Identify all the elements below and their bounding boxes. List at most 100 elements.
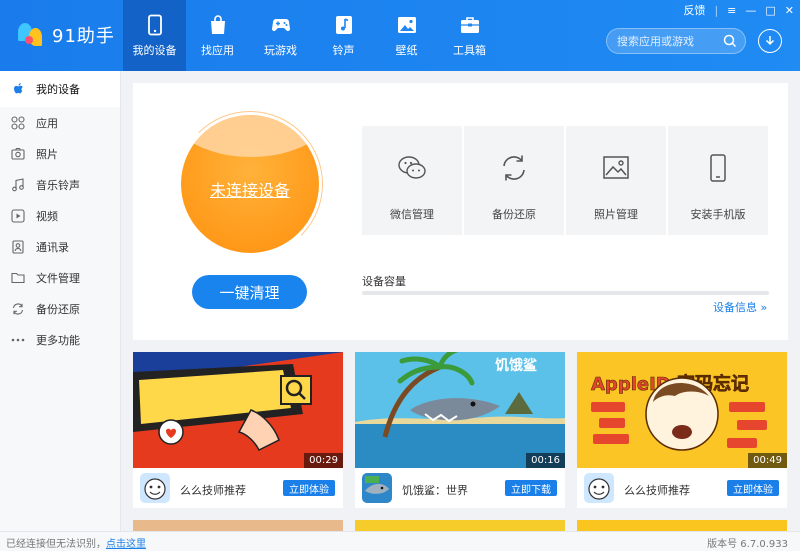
- sidebar-item-my-device[interactable]: 我的设备: [0, 71, 120, 107]
- nav-label: 工具箱: [453, 43, 486, 57]
- card-title: 饥饿鲨：世界: [402, 484, 468, 497]
- card-title: 么么技师推荐: [180, 484, 246, 497]
- nav-ringtones[interactable]: 铃声: [312, 0, 375, 71]
- tile-wechat-manage[interactable]: 微信管理: [362, 126, 462, 235]
- video-duration: 00:29: [304, 453, 343, 468]
- connection-status-circle: 未连接设备: [177, 105, 323, 257]
- connection-hint-text: 已经连接但无法识别，: [6, 539, 106, 550]
- status-orb: 未连接设备: [181, 115, 319, 253]
- video-card[interactable]: 饥饿鲨 00:16 饥饿鲨：世界 立即下载: [355, 352, 565, 508]
- sidebar-item-photos[interactable]: 照片: [0, 138, 120, 169]
- video-thumbnail[interactable]: AppleID 密码忘记 00:49: [577, 352, 787, 468]
- avatar: [140, 473, 170, 503]
- one-click-clean-button[interactable]: 一键清理: [192, 275, 307, 309]
- sidebar-item-label: 备份还原: [36, 302, 80, 316]
- separator: |: [714, 3, 719, 17]
- logo-icon: [16, 20, 46, 50]
- device-panel: 未连接设备 一键清理 微信管理 备份还原 照片管理 安装手机版 设备容量 设备信…: [133, 83, 788, 340]
- nav-my-device[interactable]: 我的设备: [123, 0, 186, 71]
- sidebar-item-music[interactable]: 音乐铃声: [0, 169, 120, 200]
- card-title: 么么技师推荐: [624, 484, 690, 497]
- video-duration: 00:49: [748, 453, 787, 468]
- status-bar: 已经连接但无法识别，点击这里 版本号 6.7.0.933: [0, 531, 800, 551]
- sidebar-item-files[interactable]: 文件管理: [0, 262, 120, 293]
- sidebar-item-more[interactable]: 更多功能: [0, 324, 120, 355]
- apps-grid-icon: [11, 115, 25, 130]
- video-card[interactable]: AppleID 密码忘记 00:49 么么技师推荐 立即体验: [577, 352, 787, 508]
- contacts-icon: [11, 239, 25, 254]
- nav-label: 我的设备: [132, 43, 177, 57]
- sync-icon: [11, 302, 25, 316]
- recommend-cards: 00:29 么么技师推荐 立即体验 饥饿鲨 00:16 饥饿鲨：世界 立即下载 …: [133, 352, 787, 508]
- download-now-button[interactable]: 立即下载: [505, 480, 557, 496]
- download-icon: [765, 36, 775, 46]
- sidebar-item-label: 音乐铃声: [36, 178, 80, 192]
- sidebar-item-label: 通讯录: [36, 240, 69, 254]
- status-wave: [181, 115, 319, 157]
- search-icon[interactable]: [723, 34, 737, 48]
- nav-toolbox[interactable]: 工具箱: [438, 0, 501, 71]
- sidebar: 我的设备 应用 照片 音乐铃声 视频 通讯录 文件管理 备份还原 更多功能: [0, 71, 121, 531]
- capacity-label: 设备容量: [362, 275, 406, 288]
- gamepad-icon: [271, 18, 290, 31]
- photo-icon: [603, 156, 629, 179]
- try-now-button[interactable]: 立即体验: [727, 480, 779, 496]
- close-icon[interactable]: ✕: [785, 4, 794, 17]
- video-card[interactable]: 00:29 么么技师推荐 立即体验: [133, 352, 343, 508]
- not-connected-link[interactable]: 未连接设备: [181, 177, 319, 201]
- app-logo: 91助手: [16, 20, 115, 50]
- search-input[interactable]: [617, 33, 725, 49]
- sidebar-item-label: 应用: [36, 116, 58, 130]
- main-nav: 我的设备 找应用 玩游戏 铃声 壁纸 工具箱: [123, 0, 501, 71]
- video-duration: 00:16: [526, 453, 565, 468]
- window-controls: 反馈 | ≡ — □ ✕: [674, 2, 794, 18]
- mobile-icon: [710, 154, 726, 182]
- device-quick-tools: 微信管理 备份还原 照片管理 安装手机版: [362, 126, 770, 235]
- next-card-preview: [355, 520, 565, 531]
- connection-hint: 已经连接但无法识别，点击这里: [6, 535, 146, 550]
- tile-label: 安装手机版: [690, 208, 746, 221]
- menu-icon[interactable]: ≡: [727, 4, 736, 17]
- search-box: [606, 28, 746, 54]
- tile-photo-manage[interactable]: 照片管理: [566, 126, 666, 235]
- video-thumbnail[interactable]: 饥饿鲨 00:16: [355, 352, 565, 468]
- toolbox-icon: [460, 16, 479, 33]
- nav-wallpapers[interactable]: 壁纸: [375, 0, 438, 71]
- video-icon: [11, 208, 25, 223]
- sidebar-item-video[interactable]: 视频: [0, 200, 120, 231]
- wechat-icon: [398, 156, 426, 179]
- video-thumbnail[interactable]: 00:29: [133, 352, 343, 468]
- feedback-link[interactable]: 反馈: [683, 2, 705, 18]
- sidebar-item-apps[interactable]: 应用: [0, 107, 120, 138]
- nav-label: 铃声: [332, 43, 355, 57]
- camera-icon: [11, 147, 25, 161]
- avatar: [362, 473, 392, 503]
- nav-games[interactable]: 玩游戏: [249, 0, 312, 71]
- minimize-icon[interactable]: —: [745, 4, 756, 17]
- try-now-button[interactable]: 立即体验: [283, 480, 335, 496]
- sidebar-item-label: 照片: [36, 147, 58, 161]
- tile-backup-restore[interactable]: 备份还原: [464, 126, 564, 235]
- tile-install-mobile[interactable]: 安装手机版: [668, 126, 768, 235]
- more-dots-icon: [11, 333, 25, 347]
- tile-label: 照片管理: [594, 208, 638, 221]
- sidebar-item-label: 视频: [36, 209, 58, 223]
- bag-icon: [210, 14, 225, 34]
- sidebar-item-contacts[interactable]: 通讯录: [0, 231, 120, 262]
- capacity-bar: [362, 291, 769, 295]
- nav-label: 壁纸: [395, 43, 418, 57]
- sidebar-item-backup[interactable]: 备份还原: [0, 293, 120, 324]
- music-icon: [11, 177, 25, 192]
- device-info-link[interactable]: 设备信息 »: [713, 299, 767, 315]
- phone-icon: [147, 14, 162, 35]
- nav-label: 玩游戏: [264, 43, 297, 57]
- next-card-preview: [577, 520, 787, 531]
- click-here-link[interactable]: 点击这里: [106, 539, 146, 550]
- nav-find-apps[interactable]: 找应用: [186, 0, 249, 71]
- next-card-preview: [133, 520, 343, 531]
- tile-label: 备份还原: [492, 208, 536, 221]
- download-manager-button[interactable]: [758, 29, 782, 53]
- sidebar-item-label: 文件管理: [36, 271, 80, 285]
- maximize-icon[interactable]: □: [765, 4, 775, 17]
- sidebar-item-label: 我的设备: [36, 83, 80, 96]
